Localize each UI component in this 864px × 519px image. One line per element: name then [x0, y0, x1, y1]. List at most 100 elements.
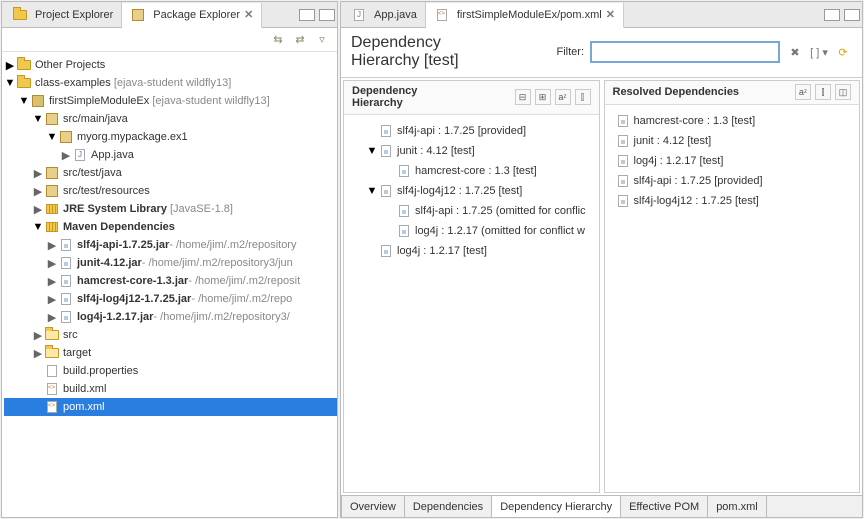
resolved-row[interactable]: junit : 4.12 [test] [609, 131, 856, 151]
pom-file-icon [44, 399, 60, 415]
tree-label: build.xml [63, 383, 106, 395]
tree-item-build-properties[interactable]: build.properties [4, 362, 337, 380]
dependency-row[interactable]: slf4j-api : 1.7.25 (omitted for conflic [348, 201, 595, 221]
sort-icon[interactable]: aᶻ [795, 84, 811, 100]
resolved-row[interactable]: hamcrest-core : 1.3 [test] [609, 111, 856, 131]
collapse-all-icon[interactable]: ⇆ [271, 33, 285, 47]
minimize-button[interactable] [299, 9, 315, 21]
tree-label: class-examples [35, 77, 111, 89]
tree-item-package[interactable]: ▼ myorg.mypackage.ex1 [4, 128, 337, 146]
dependency-row[interactable]: slf4j-api : 1.7.25 [provided] [348, 121, 595, 141]
source-folder-icon [44, 111, 60, 127]
jar-icon [378, 183, 394, 199]
panel-header: Resolved Dependencies aᶻ ⫿ ◫ [605, 81, 860, 105]
link-editor-icon[interactable]: ⇄ [293, 33, 307, 47]
tab-overview[interactable]: Overview [341, 496, 405, 517]
tree-item-target[interactable]: ▶ target [4, 344, 337, 362]
left-tab-bar: Project Explorer Package Explorer ✕ [2, 2, 337, 28]
tab-package-explorer[interactable]: Package Explorer ✕ [122, 3, 262, 28]
dependency-label: log4j : 1.2.17 (omitted for conflict w [415, 225, 585, 237]
editor-tab-app-java[interactable]: App.java [343, 2, 426, 27]
dependency-label: hamcrest-core : 1.3 [test] [415, 165, 537, 177]
tree-label: myorg.mypackage.ex1 [77, 131, 188, 143]
tab-effective-pom[interactable]: Effective POM [621, 496, 708, 517]
tree-info: [ejava-student wildfly13] [152, 95, 269, 107]
tree-item-jre[interactable]: ▶ JRE System Library [JavaSE-1.8] [4, 200, 337, 218]
tree-info: [JavaSE-1.8] [170, 203, 233, 215]
dependency-tree[interactable]: slf4j-api : 1.7.25 [provided]▼junit : 4.… [344, 115, 599, 492]
tree-item-build-xml[interactable]: build.xml [4, 380, 337, 398]
tree-info: - /home/jim/.m2/repository3/jun [142, 257, 293, 269]
tree-item-class-examples[interactable]: ▼ class-examples [ejava-student wildfly1… [4, 74, 337, 92]
library-icon [44, 201, 60, 217]
tab-label: Package Explorer [153, 9, 240, 21]
tree-label: pom.xml [63, 401, 105, 413]
collapse-all-icon[interactable]: ⊟ [515, 89, 531, 105]
tree-item-pom-xml[interactable]: pom.xml [4, 398, 337, 416]
resolved-row[interactable]: slf4j-api : 1.7.25 [provided] [609, 171, 856, 191]
maximize-button[interactable] [844, 9, 860, 21]
tree-item-jar[interactable]: ▶ junit-4.12.jar - /home/jim/.m2/reposit… [4, 254, 337, 272]
filter-icon[interactable]: ◫ [835, 84, 851, 100]
tree-label: slf4j-api-1.7.25.jar [77, 239, 169, 251]
filter-icon[interactable]: ⫿ [575, 89, 591, 105]
resolved-list[interactable]: hamcrest-core : 1.3 [test]junit : 4.12 [… [605, 105, 860, 492]
tree-item-app-java[interactable]: ▶ App.java [4, 146, 337, 164]
dependency-row[interactable]: log4j : 1.2.17 (omitted for conflict w [348, 221, 595, 241]
tree-item-jar[interactable]: ▶ slf4j-api-1.7.25.jar - /home/jim/.m2/r… [4, 236, 337, 254]
resolved-row[interactable]: slf4j-log4j12 : 1.7.25 [test] [609, 191, 856, 211]
tab-label: Project Explorer [35, 9, 113, 21]
jar-icon [615, 113, 631, 129]
tree-item-jar[interactable]: ▶ hamcrest-core-1.3.jar - /home/jim/.m2/… [4, 272, 337, 290]
dependency-row[interactable]: hamcrest-core : 1.3 [test] [348, 161, 595, 181]
dependency-label: log4j : 1.2.17 [test] [634, 155, 724, 167]
scope-button[interactable]: [ ] ▾ [810, 43, 828, 61]
library-icon [44, 219, 60, 235]
resolved-row[interactable]: log4j : 1.2.17 [test] [609, 151, 856, 171]
minimize-button[interactable] [824, 9, 840, 21]
view-menu-icon[interactable]: ▿ [315, 33, 329, 47]
close-icon[interactable]: ✕ [606, 8, 615, 21]
tree-item-src-test-resources[interactable]: ▶ src/test/resources [4, 182, 337, 200]
tab-label: Effective POM [629, 501, 699, 513]
tab-project-explorer[interactable]: Project Explorer [4, 2, 122, 27]
jar-icon [378, 243, 394, 259]
tab-dependencies[interactable]: Dependencies [405, 496, 492, 517]
properties-file-icon [44, 363, 60, 379]
panel-title: Dependency Hierarchy [352, 85, 417, 109]
jar-icon [615, 133, 631, 149]
sort-icon[interactable]: aᶻ [555, 89, 571, 105]
tree-item-first-module[interactable]: ▼ firstSimpleModuleEx [ejava-student wil… [4, 92, 337, 110]
folder-icon [16, 75, 32, 91]
dependency-row[interactable]: ▼junit : 4.12 [test] [348, 141, 595, 161]
maven-project-icon [30, 93, 46, 109]
dependency-panels: Dependency Hierarchy ⊟ ⊞ aᶻ ⫿ slf4j-api … [341, 78, 862, 495]
tree-item-other-projects[interactable]: ▶ Other Projects [4, 56, 337, 74]
tree-item-src-main-java[interactable]: ▼ src/main/java [4, 110, 337, 128]
dependency-row[interactable]: ▼slf4j-log4j12 : 1.7.25 [test] [348, 181, 595, 201]
tree-item-jar[interactable]: ▶ slf4j-log4j12-1.7.25.jar - /home/jim/.… [4, 290, 337, 308]
tree-label: target [63, 347, 91, 359]
group-icon[interactable]: ⫿ [815, 84, 831, 100]
clear-filter-icon[interactable]: ✖ [786, 43, 804, 61]
editor-tab-pom-xml[interactable]: firstSimpleModuleEx/pom.xml ✕ [426, 3, 624, 28]
tree-label: JRE System Library [63, 203, 167, 215]
dependency-label: log4j : 1.2.17 [test] [397, 245, 487, 257]
refresh-icon[interactable]: ⟳ [834, 43, 852, 61]
tree-item-src[interactable]: ▶ src [4, 326, 337, 344]
tab-dependency-hierarchy[interactable]: Dependency Hierarchy [492, 496, 621, 517]
package-explorer-tree[interactable]: ▶ Other Projects ▼ class-examples [ejava… [2, 52, 337, 517]
dependency-row[interactable]: log4j : 1.2.17 [test] [348, 241, 595, 261]
expand-all-icon[interactable]: ⊞ [535, 89, 551, 105]
source-folder-icon [44, 165, 60, 181]
tree-item-jar[interactable]: ▶ log4j-1.2.17.jar - /home/jim/.m2/repos… [4, 308, 337, 326]
tree-label: firstSimpleModuleEx [49, 95, 149, 107]
tree-item-src-test-java[interactable]: ▶ src/test/java [4, 164, 337, 182]
filter-input[interactable] [590, 41, 780, 63]
maximize-button[interactable] [319, 9, 335, 21]
close-icon[interactable]: ✕ [244, 8, 253, 21]
tree-item-maven-deps[interactable]: ▼ Maven Dependencies [4, 218, 337, 236]
tab-pom-xml[interactable]: pom.xml [708, 496, 767, 517]
tree-label: Other Projects [35, 59, 105, 71]
pom-file-icon [434, 7, 450, 23]
